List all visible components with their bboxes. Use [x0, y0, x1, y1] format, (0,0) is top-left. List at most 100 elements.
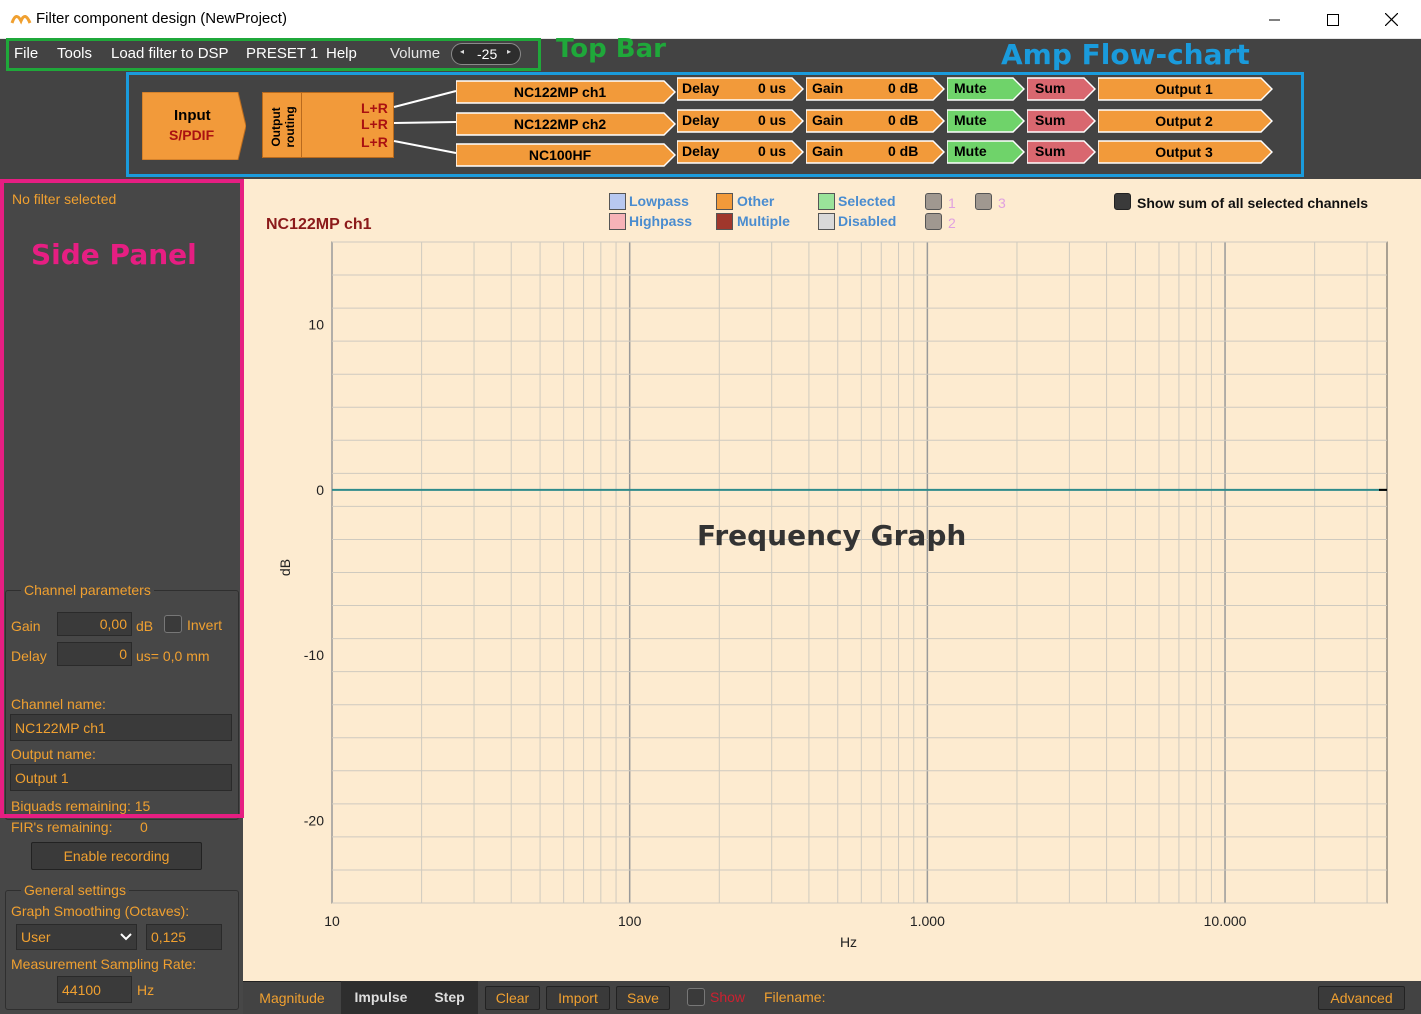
- side-panel: No filter selected Channel parameters Ga…: [0, 179, 243, 1014]
- window-titlebar: Filter component design (NewProject): [0, 0, 1421, 39]
- y-tick-label: 0: [316, 482, 324, 498]
- gain-value-1: 0 dB: [888, 80, 919, 96]
- gain-label: Gain: [11, 618, 41, 634]
- invert-checkbox[interactable]: [164, 615, 182, 633]
- show-label: Show: [710, 989, 746, 1005]
- x-tick-label: 1.000: [910, 913, 945, 929]
- x-axis-label: Hz: [840, 934, 857, 950]
- delay-unit: us= 0,0 mm: [136, 648, 210, 664]
- delay-value-3: 0 us: [758, 143, 787, 159]
- routing-output-1: L+R: [361, 100, 388, 116]
- sum-label-1: Sum: [1035, 80, 1066, 96]
- y-axis-label: dB: [277, 559, 293, 576]
- maximize-icon[interactable]: [1304, 0, 1362, 39]
- gain-unit: dB: [136, 618, 154, 634]
- biquads-remaining-text: Biquads remaining: 15: [11, 798, 151, 814]
- general-settings-title: General settings: [21, 882, 129, 898]
- y-tick-label: 10: [308, 317, 324, 333]
- routing-output-3: L+R: [361, 134, 388, 150]
- menu-help[interactable]: Help: [326, 45, 357, 62]
- output-name-label: Output name:: [11, 746, 96, 762]
- input-title: Input: [174, 107, 211, 124]
- minimize-icon[interactable]: [1246, 0, 1304, 39]
- bottom-bar: Magnitude Impulse Step Clear Import Save…: [243, 981, 1421, 1014]
- routing-label: Output routing: [269, 106, 297, 148]
- gain-label-2: Gain: [812, 112, 844, 128]
- menu-preset[interactable]: PRESET 1: [246, 45, 318, 62]
- app-logo-icon: [10, 15, 32, 25]
- gain-value-3: 0 dB: [888, 143, 919, 159]
- output-name-1: Output 1: [1155, 81, 1213, 97]
- channel-name-2: NC122MP ch2: [513, 116, 607, 132]
- sum-label-2: Sum: [1035, 112, 1066, 128]
- tab-impulse[interactable]: Impulse: [341, 981, 421, 1014]
- chevron-down-icon: [120, 933, 132, 941]
- tab-step[interactable]: Step: [421, 981, 478, 1014]
- input-source: S/PDIF: [169, 127, 215, 143]
- delay-value-2: 0 us: [758, 112, 787, 128]
- channel-name-1: NC122MP ch1: [513, 84, 607, 100]
- enable-recording-button[interactable]: Enable recording: [31, 842, 202, 870]
- amp-flow-chart-area: Input S/PDIF Output routing L+R L+R L+R …: [0, 71, 1421, 179]
- gain-label-1: Gain: [812, 80, 844, 96]
- delay-label-1: Delay: [682, 80, 720, 96]
- invert-label: Invert: [187, 617, 223, 633]
- filename-label: Filename:: [764, 989, 826, 1005]
- y-tick-label: -20: [304, 812, 324, 828]
- tab-magnitude[interactable]: Magnitude: [243, 981, 341, 1014]
- gain-input[interactable]: 0,00: [57, 612, 132, 636]
- close-icon[interactable]: [1362, 0, 1420, 39]
- channel-name-input[interactable]: NC122MP ch1: [10, 714, 232, 741]
- clear-button[interactable]: Clear: [485, 986, 540, 1010]
- volume-label: Volume: [390, 45, 441, 62]
- save-button[interactable]: Save: [616, 986, 670, 1010]
- menu-tools[interactable]: Tools: [57, 45, 92, 62]
- smoothing-mode-select[interactable]: User: [16, 924, 137, 950]
- gain-label-3: Gain: [812, 143, 844, 159]
- mute-label-2: Mute: [954, 112, 987, 128]
- output-name-2: Output 2: [1155, 113, 1213, 129]
- show-checkbox[interactable]: [687, 988, 705, 1006]
- routing-output-2: L+R: [361, 116, 388, 132]
- frequency-graph[interactable]: 100-10-2010 100 1.000 10.000HzdB: [243, 179, 1421, 981]
- sampling-rate-unit: Hz: [137, 982, 155, 998]
- channel-parameters-title: Channel parameters: [21, 582, 154, 598]
- frequency-graph-area: Lowpass Highpass Other Multiple Selected…: [243, 179, 1421, 981]
- no-filter-selected-text: No filter selected: [12, 191, 117, 207]
- volume-value: -25: [477, 46, 498, 62]
- delay-value-1: 0 us: [758, 80, 787, 96]
- menu-file[interactable]: File: [14, 45, 38, 62]
- x-tick-label: 10: [324, 913, 340, 929]
- x-tick-label: 10.000: [1204, 913, 1247, 929]
- y-tick-label: -10: [304, 647, 324, 663]
- gain-value-2: 0 dB: [888, 112, 919, 128]
- x-tick-label: 100: [618, 913, 642, 929]
- smoothing-value-input[interactable]: 0,125: [146, 924, 222, 950]
- import-button[interactable]: Import: [546, 986, 610, 1010]
- volume-increase-icon[interactable]: ▸: [507, 47, 511, 56]
- mute-label-1: Mute: [954, 80, 987, 96]
- smoothing-mode-value: User: [21, 929, 51, 945]
- firs-remaining-value: 0: [140, 819, 148, 835]
- menu-load-filter-to-dsp[interactable]: Load filter to DSP: [111, 45, 229, 62]
- mute-label-3: Mute: [954, 143, 987, 159]
- sampling-rate-label: Measurement Sampling Rate:: [11, 956, 197, 972]
- sum-label-3: Sum: [1035, 143, 1066, 159]
- input-block[interactable]: [142, 92, 246, 160]
- graph-smoothing-label: Graph Smoothing (Octaves):: [11, 903, 190, 919]
- firs-remaining-label: FIR's remaining:: [11, 819, 113, 835]
- delay-label-3: Delay: [682, 143, 720, 159]
- window-title: Filter component design (NewProject): [36, 10, 287, 27]
- volume-decrease-icon[interactable]: ◂: [460, 47, 464, 56]
- output-name-3: Output 3: [1155, 144, 1213, 160]
- channel-name-label: Channel name:: [11, 696, 106, 712]
- routing-connectors: [393, 90, 457, 154]
- channel-name-3: NC100HF: [528, 147, 592, 163]
- output-name-input[interactable]: Output 1: [10, 764, 232, 791]
- delay-input[interactable]: 0: [57, 642, 132, 666]
- advanced-button[interactable]: Advanced: [1318, 986, 1405, 1010]
- delay-label: Delay: [11, 648, 47, 664]
- sampling-rate-input[interactable]: 44100: [57, 976, 132, 1003]
- volume-stepper[interactable]: ◂ -25 ▸: [451, 43, 521, 65]
- menu-bar: File Tools Load filter to DSP PRESET 1 H…: [0, 39, 1421, 71]
